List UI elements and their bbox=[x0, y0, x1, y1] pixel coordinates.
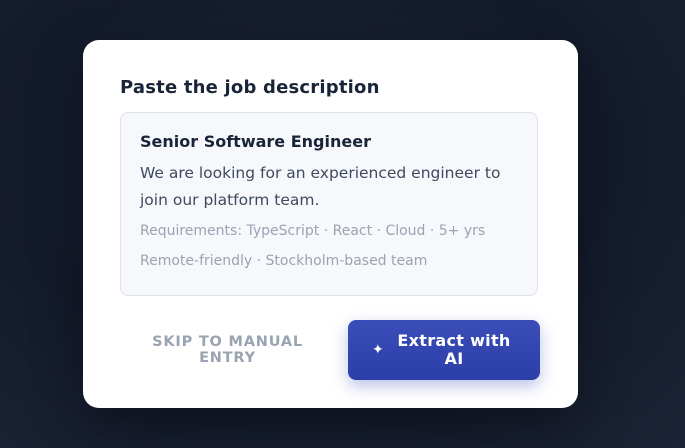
sparkle-icon: ✦ bbox=[372, 342, 385, 358]
job-description-textarea[interactable]: Senior Software Engineer We are looking … bbox=[120, 112, 538, 296]
card-title: Paste the job description bbox=[120, 77, 380, 98]
extract-with-ai-button[interactable]: ✦ Extract with AI bbox=[348, 320, 540, 380]
extract-button-label: Extract with AI bbox=[397, 331, 511, 368]
skip-to-manual-entry-button[interactable]: SKIP TO MANUAL ENTRY bbox=[140, 332, 315, 368]
job-description-card: Paste the job description Senior Softwar… bbox=[83, 40, 578, 408]
job-description-text: We are looking for an experienced engine… bbox=[140, 164, 501, 209]
job-requirements: Requirements: TypeScript · React · Cloud… bbox=[140, 223, 486, 239]
job-location: Remote-friendly · Stockholm-based team bbox=[140, 253, 428, 269]
job-role-title: Senior Software Engineer bbox=[140, 132, 371, 151]
